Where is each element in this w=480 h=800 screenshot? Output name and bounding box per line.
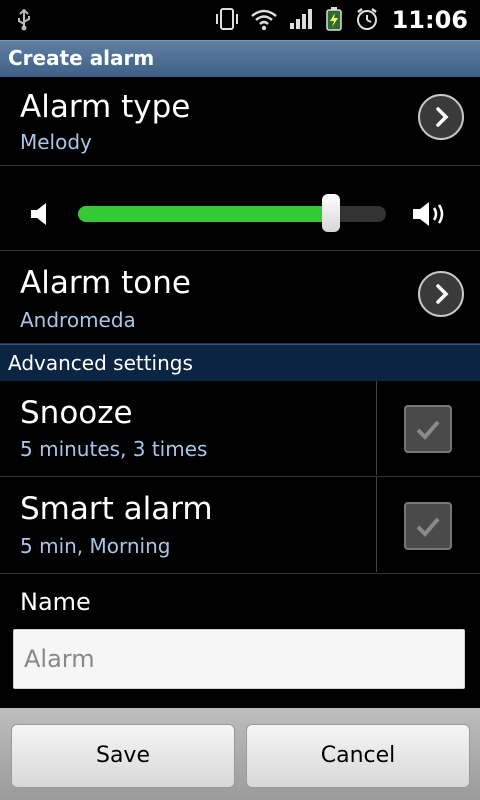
status-time: 11:06 — [391, 6, 468, 34]
alarm-type-row[interactable]: Alarm type Melody — [0, 77, 480, 166]
volume-slider-fill — [78, 206, 331, 222]
volume-row — [0, 166, 480, 251]
wifi-icon — [250, 7, 278, 35]
cancel-button[interactable]: Cancel — [246, 724, 470, 788]
chevron-right-icon[interactable] — [418, 94, 464, 140]
alarm-tone-row[interactable]: Alarm tone Andromeda — [0, 251, 480, 344]
save-button[interactable]: Save — [11, 724, 235, 788]
smart-alarm-row[interactable]: Smart alarm 5 min, Morning — [0, 477, 480, 574]
name-label: Name — [20, 588, 91, 616]
alarm-type-label: Alarm type — [20, 89, 191, 125]
signal-icon — [288, 7, 314, 35]
smart-alarm-checkbox[interactable] — [404, 502, 452, 550]
vibrate-icon — [214, 6, 240, 36]
page-title: Create alarm — [8, 46, 155, 70]
snooze-value: 5 minutes, 3 times — [20, 437, 208, 461]
volume-slider[interactable] — [78, 194, 386, 232]
smart-alarm-value: 5 min, Morning — [20, 534, 171, 558]
advanced-settings-header: Advanced settings — [0, 344, 480, 381]
page-header: Create alarm — [0, 40, 480, 77]
smart-alarm-label: Smart alarm — [20, 491, 213, 527]
snooze-label: Snooze — [20, 395, 133, 431]
chevron-right-icon[interactable] — [418, 271, 464, 317]
button-bar: Save Cancel — [0, 708, 480, 800]
alarm-clock-icon — [354, 6, 380, 36]
divider — [376, 381, 377, 475]
snooze-row[interactable]: Snooze 5 minutes, 3 times — [0, 381, 480, 477]
alarm-type-value: Melody — [20, 130, 92, 154]
snooze-checkbox[interactable] — [404, 405, 452, 453]
alarm-tone-label: Alarm tone — [20, 265, 191, 301]
alarm-tone-value: Andromeda — [20, 308, 136, 332]
name-input[interactable]: Alarm — [13, 629, 465, 689]
volume-slider-thumb[interactable] — [322, 194, 340, 232]
battery-icon — [324, 6, 344, 36]
status-bar: 11:06 — [0, 0, 480, 40]
advanced-settings-label: Advanced settings — [8, 351, 193, 375]
usb-icon — [14, 8, 34, 36]
volume-high-icon — [410, 198, 450, 234]
divider — [376, 477, 377, 572]
volume-low-icon — [28, 200, 52, 232]
